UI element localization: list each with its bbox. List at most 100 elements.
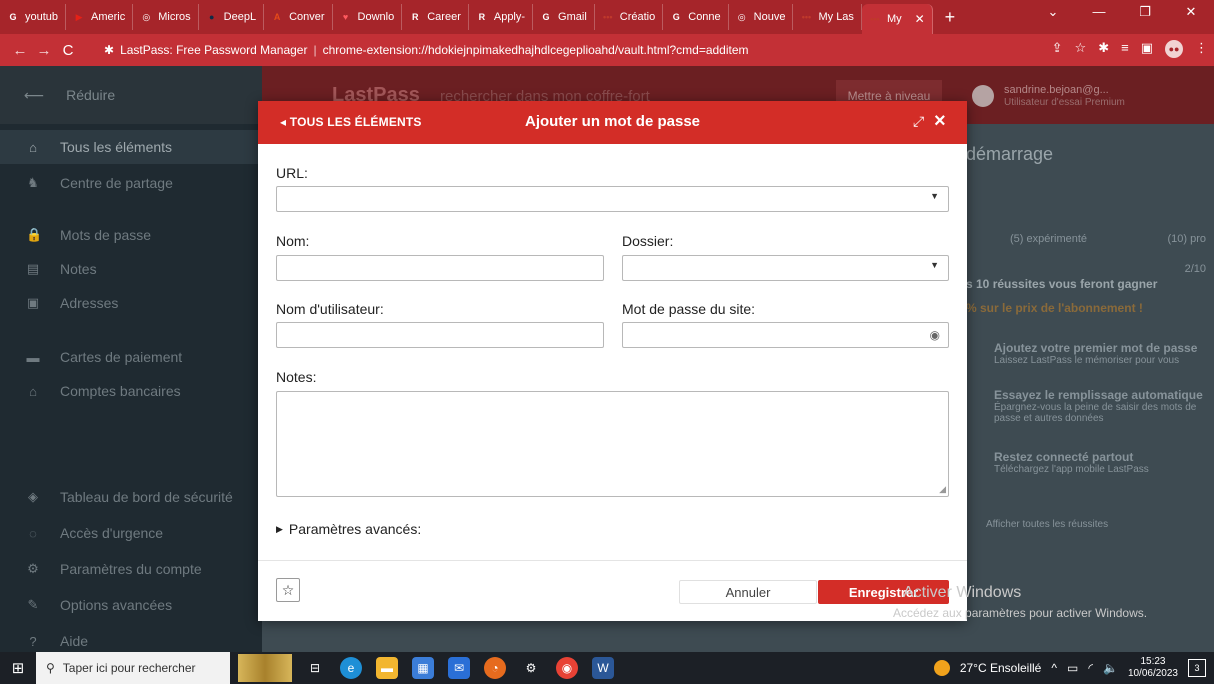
weather-sun-icon[interactable] (933, 660, 950, 676)
search-highlight-image[interactable] (238, 654, 292, 682)
browser-tab[interactable]: ••• My ✕ (861, 4, 933, 34)
level-expert: (5) expérimenté (1010, 233, 1088, 245)
browser-tab[interactable]: A Conver (264, 4, 333, 30)
profile-avatar[interactable]: ●● (1165, 40, 1183, 58)
task-desc: Laissez LastPass le mémoriser pour vous (994, 355, 1180, 366)
task-item[interactable]: Ajoutez votre premier mot de passe Laiss… (994, 341, 1206, 366)
share-icon[interactable]: ⇪ (1052, 40, 1063, 58)
file-explorer-icon[interactable]: ▬ (376, 657, 398, 679)
url-text: chrome-extension://hdokiejnpimakedhajhdl… (322, 43, 749, 57)
browser-tab[interactable]: R Career (402, 4, 469, 30)
close-dialog-icon[interactable]: × (934, 110, 946, 133)
folder-select[interactable]: ▼ (622, 255, 949, 281)
browser-tab[interactable]: ◎ Nouve (729, 4, 794, 30)
watermark-subtitle: Accédez aux paramètres pour activer Wind… (893, 606, 1148, 620)
forward-icon[interactable]: → (32, 42, 56, 59)
username-field[interactable] (276, 322, 604, 348)
tab-search-icon[interactable]: ⌄ (1030, 0, 1076, 28)
windows-start-icon[interactable]: ⊞ (0, 659, 36, 677)
browser-tab[interactable]: G Conne (663, 4, 729, 30)
show-password-eye-icon[interactable]: ◉ (930, 328, 940, 342)
browser-tab[interactable]: G Gmail (533, 4, 595, 30)
browser-tab[interactable]: ••• My Las (793, 4, 862, 30)
sidebar-item[interactable]: ⌂ Comptes bancaires (0, 374, 262, 408)
task-view-icon[interactable]: ⊟ (304, 657, 326, 679)
folder-dropdown-icon[interactable]: ▼ (930, 260, 939, 270)
url-dropdown-icon[interactable]: ▼ (930, 191, 939, 201)
sidebar-item-label: Tableau de bord de sécurité (60, 489, 233, 505)
notification-center-icon[interactable]: 3 (1188, 659, 1206, 677)
close-window-button[interactable]: ✕ (1168, 0, 1214, 28)
reload-icon[interactable]: C (56, 42, 80, 59)
sidebar-item[interactable]: ▣ Adresses (0, 286, 262, 320)
sidebar-item-label: Centre de partage (60, 175, 173, 191)
tray-chevron-icon[interactable]: ^ (1051, 661, 1057, 675)
browser-tab[interactable]: ● DeepL (199, 4, 265, 30)
user-menu[interactable]: sandrine.bejoan@g... Utilisateur d'essai… (972, 84, 1125, 108)
notes-textarea[interactable]: ◢ (276, 391, 949, 497)
taskbar-search[interactable]: ⚲ Taper ici pour rechercher (36, 652, 230, 684)
close-tab-icon[interactable]: ✕ (915, 12, 925, 26)
tab-label: youtub (25, 11, 59, 23)
sidebar-item[interactable]: ▤ Notes (0, 252, 262, 286)
restore-button[interactable]: ❐ (1122, 0, 1168, 28)
extensions-icon[interactable]: ✱ (1098, 40, 1109, 58)
menu-kebab-icon[interactable]: ⋮ (1195, 40, 1208, 58)
task-item[interactable]: Essayez le remplissage automatique Éparg… (994, 388, 1206, 424)
bookmark-star-icon[interactable]: ☆ (1075, 40, 1087, 58)
url-field[interactable]: ▼ (276, 186, 949, 212)
mail-icon[interactable]: ✉ (448, 657, 470, 679)
dialog-header: ◂ TOUS LES ÉLÉMENTS Ajouter un mot de pa… (258, 101, 967, 144)
sidebar-item[interactable]: ◈ Tableau de bord de sécurité (0, 480, 262, 514)
tab-label: Conver (289, 11, 325, 23)
sidebar-item[interactable]: ✎ Options avancées (0, 588, 262, 622)
browser-tab[interactable]: ◎ Micros (133, 4, 199, 30)
expand-triangle-icon: ▶ (276, 523, 283, 534)
sidebar-item[interactable]: ⚙ Paramètres du compte (0, 552, 262, 586)
clock[interactable]: 15:23 10/06/2023 (1128, 656, 1178, 680)
reading-list-icon[interactable]: ≡ (1121, 40, 1129, 58)
browser-tab[interactable]: ••• Créatio (595, 4, 664, 30)
sidebar-item[interactable]: ◌ Accès d'urgence (0, 516, 262, 550)
firefox-icon[interactable]: ◔ (484, 657, 506, 679)
advanced-settings-toggle[interactable]: ▶ Paramètres avancés: (276, 521, 421, 537)
name-field[interactable] (276, 255, 604, 281)
weather-text[interactable]: 27°C Ensoleillé (960, 661, 1042, 675)
show-all-achievements[interactable]: Afficher toutes les réussites (986, 519, 1206, 530)
site-password-field[interactable]: ◉ (622, 322, 949, 348)
network-icon[interactable]: ◜ (1088, 661, 1093, 675)
omnibox[interactable]: ✱ LastPass: Free Password Manager | chro… (104, 38, 994, 62)
expand-icon[interactable]: ⤢ (913, 113, 924, 130)
tab-label: Créatio (619, 11, 656, 23)
sidebar-item[interactable]: ▬ Cartes de paiement (0, 340, 262, 374)
battery-icon[interactable]: ▭ (1067, 661, 1078, 675)
browser-tab[interactable]: ▶ Americ (66, 4, 134, 30)
side-panel-icon[interactable]: ▣ (1141, 40, 1153, 58)
sidebar-item[interactable]: 🔒 Mots de passe (0, 218, 262, 252)
tab-label: Americ (91, 11, 126, 23)
sidebar-item[interactable]: ♞ Centre de partage (0, 166, 262, 200)
browser-tab[interactable]: R Apply- (469, 4, 534, 30)
favorite-star-icon[interactable]: ☆ (276, 578, 300, 602)
sidebar-collapse[interactable]: ⟵ Réduire (0, 66, 262, 124)
advanced-settings-label: Paramètres avancés: (288, 521, 422, 537)
progress-count: 2/10 (1184, 263, 1206, 275)
minimize-button[interactable]: — (1076, 0, 1122, 28)
username-label: Nom d'utilisateur: (276, 301, 384, 317)
edge-icon[interactable]: e (340, 657, 362, 679)
new-tab-button[interactable]: + (933, 7, 968, 28)
sidebar-item[interactable]: ⌂ Tous les éléments (0, 130, 262, 164)
browser-tab[interactable]: ♥ Downlo (333, 4, 403, 30)
browser-tab[interactable]: Gyoutub (0, 4, 67, 30)
cancel-button[interactable]: Annuler (679, 580, 817, 604)
resize-handle-icon[interactable]: ◢ (939, 484, 946, 495)
word-icon[interactable]: W (592, 657, 614, 679)
back-icon[interactable]: ← (8, 42, 32, 59)
store-icon[interactable]: ▦ (412, 657, 434, 679)
volume-icon[interactable]: 🔈 (1103, 661, 1118, 675)
chrome-icon[interactable]: ◉ (556, 657, 578, 679)
sidebar-item-label: Notes (60, 261, 97, 277)
settings-gear-icon[interactable]: ⚙ (520, 657, 542, 679)
task-item[interactable]: Restez connecté partout Téléchargez l'ap… (994, 450, 1206, 475)
tab-favicon-icon: G (542, 12, 550, 22)
